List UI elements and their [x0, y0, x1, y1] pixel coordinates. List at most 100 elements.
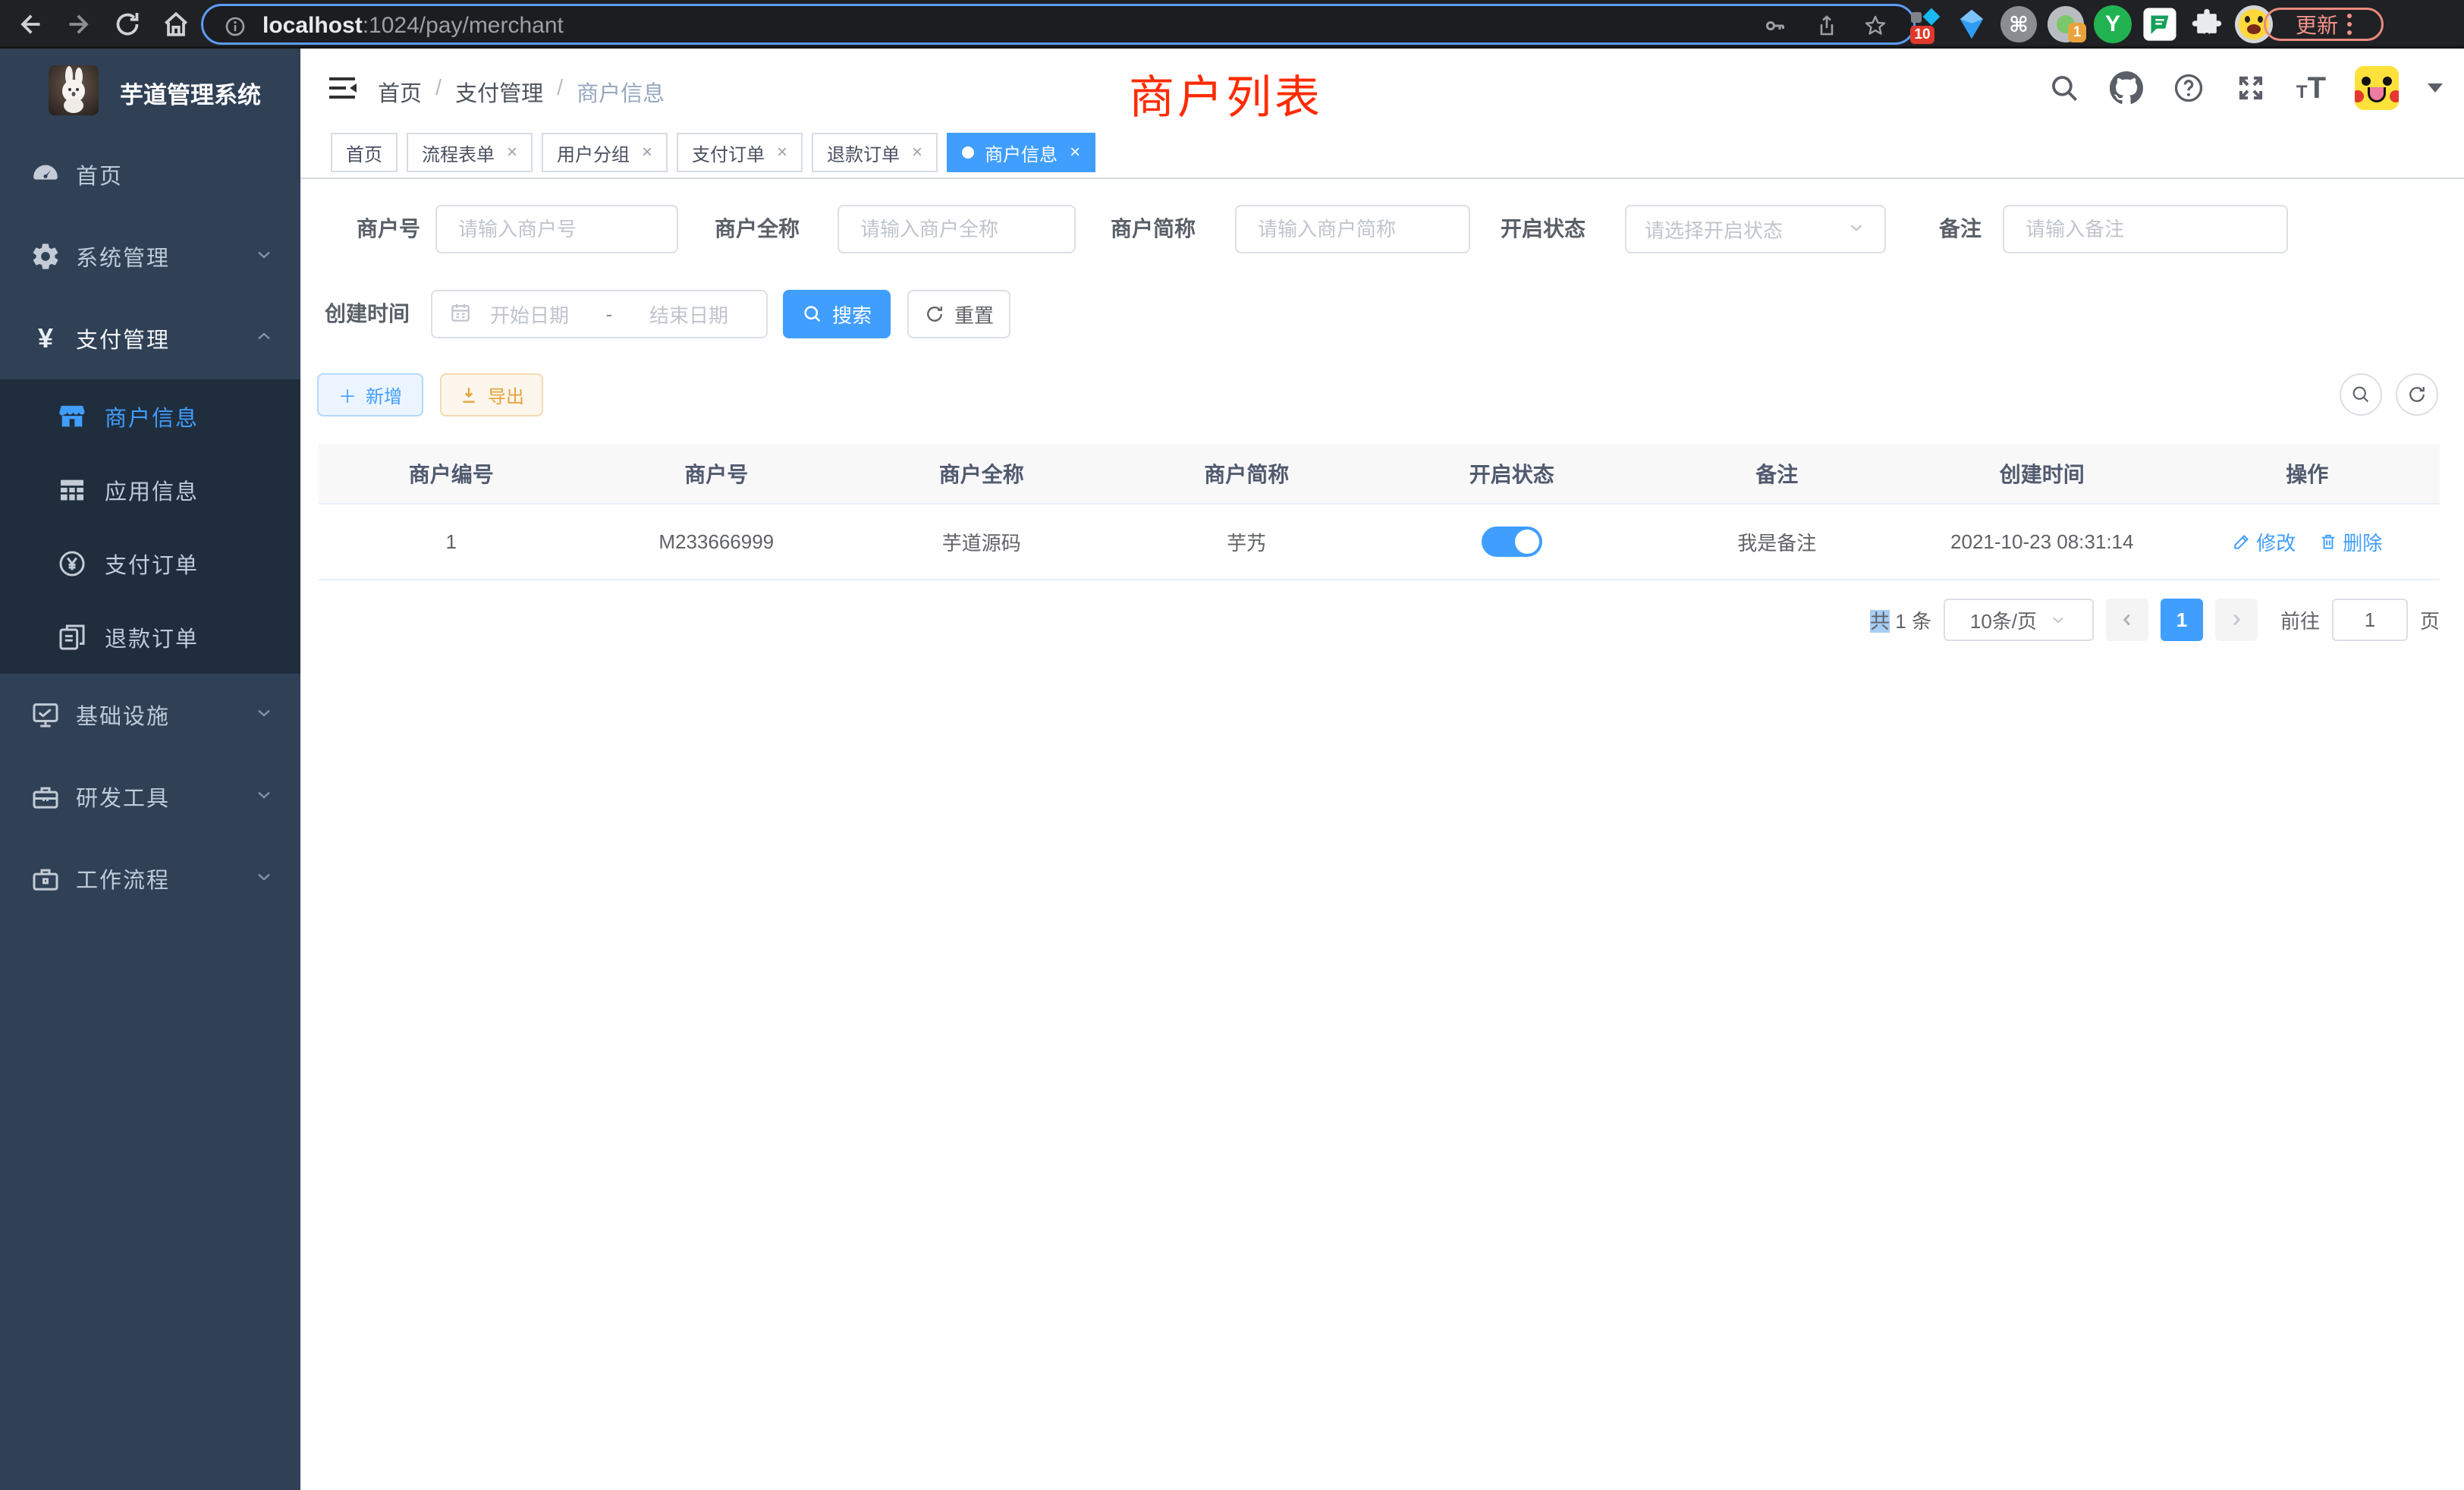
sidebar-item-pay-order[interactable]: 支付订单 — [0, 527, 300, 600]
help-icon[interactable] — [2172, 71, 2205, 105]
goto-page-input[interactable] — [2332, 599, 2408, 641]
pay-submenu: 商户信息 应用信息 支付订单 — [0, 379, 300, 674]
sidebar-item-merchant-info[interactable]: 商户信息 — [0, 379, 300, 453]
sidebar-item-system[interactable]: 系统管理 — [0, 215, 300, 297]
command-extension-icon[interactable]: ⌘ — [1995, 0, 2042, 49]
url-text[interactable]: localhost:1024/pay/merchant — [262, 13, 564, 39]
tag-process-form[interactable]: 流程表单 × — [407, 133, 533, 172]
tag-merchant-info[interactable]: 商户信息 × — [947, 133, 1095, 172]
status-dot-extension-icon[interactable]: 1 — [2042, 0, 2089, 49]
sidebar-item-home[interactable]: 首页 — [0, 134, 300, 215]
sidebar-item-workflow[interactable]: 工作流程 — [0, 838, 300, 919]
url-host: localhost — [262, 13, 363, 38]
tag-home[interactable]: 首页 — [331, 133, 398, 172]
y-extension-icon[interactable]: Y — [2089, 0, 2136, 49]
browser-home-icon[interactable] — [161, 9, 191, 39]
short-name-input[interactable] — [1235, 205, 1470, 253]
yen-circle-icon — [56, 548, 88, 580]
edit-icon — [2232, 532, 2252, 552]
browser-toolbar: localhost:1024/pay/merchant 10 ⌘ 1 — [0, 0, 2464, 49]
font-size-icon[interactable]: TT — [2296, 71, 2326, 105]
sidebar-item-dev-tools[interactable]: 研发工具 — [0, 756, 300, 838]
password-key-icon[interactable] — [1763, 14, 1787, 42]
yen-icon: ¥ — [29, 322, 62, 355]
merchant-no-input[interactable] — [435, 205, 678, 253]
search-icon[interactable] — [2048, 71, 2081, 105]
browser-update-menu[interactable]: 更新 — [2264, 8, 2384, 41]
refresh-icon — [2406, 383, 2428, 406]
bookmark-star-icon[interactable] — [1863, 14, 1887, 42]
avatar-caret-icon[interactable] — [2428, 83, 2443, 93]
reset-button[interactable]: 重置 — [907, 290, 1010, 338]
logo-row[interactable]: 芋道管理系统 — [0, 49, 300, 132]
address-bar[interactable]: localhost:1024/pay/merchant — [201, 4, 1916, 45]
close-icon[interactable]: × — [642, 142, 652, 163]
show-search-button[interactable] — [2340, 373, 2382, 416]
delete-link[interactable]: 删除 — [2318, 528, 2382, 556]
remark-input[interactable] — [2003, 205, 2288, 253]
breadcrumb-home[interactable]: 首页 — [378, 76, 422, 108]
fullscreen-icon[interactable] — [2234, 71, 2268, 105]
page-number-button[interactable]: 1 — [2161, 599, 2203, 641]
close-icon[interactable]: × — [1070, 142, 1080, 163]
sidebar-toggle-icon[interactable] — [326, 73, 358, 103]
chevron-up-icon — [253, 326, 275, 351]
page-size-select[interactable]: 10条/页 — [1944, 599, 2094, 641]
extensions-puzzle-icon[interactable] — [2183, 0, 2230, 49]
close-icon[interactable]: × — [912, 142, 922, 163]
page-unit-label: 页 — [2420, 606, 2440, 634]
end-date-placeholder: 结束日期 — [649, 300, 728, 328]
full-name-input[interactable] — [838, 205, 1076, 253]
page-content: 商户号 商户全称 商户简称 开启状态 请选择开启状态 备注 创建时间 开始日期 — [300, 179, 2464, 1490]
export-button[interactable]: 导出 — [440, 373, 543, 417]
site-info-icon[interactable] — [223, 14, 247, 42]
share-icon[interactable] — [1815, 14, 1839, 42]
close-icon[interactable]: × — [777, 142, 787, 163]
sidebar-item-refund-order[interactable]: 退款订单 — [0, 600, 300, 674]
extensions-strip: 10 ⌘ 1 Y — [1901, 0, 2277, 49]
tampermonkey-extension-icon[interactable]: 10 — [1901, 0, 1948, 49]
reset-button-label: 重置 — [954, 300, 994, 328]
status-select[interactable]: 请选择开启状态 — [1625, 205, 1886, 253]
edit-link[interactable]: 修改 — [2232, 528, 2296, 556]
sidebar-item-pay[interactable]: ¥ 支付管理 — [0, 297, 300, 379]
main-area: 首页 / 支付管理 / 商户信息 商户列表 — [300, 49, 2464, 1490]
tag-pay-order[interactable]: 支付订单 × — [677, 133, 803, 172]
status-toggle[interactable] — [1482, 527, 1542, 557]
refresh-list-button[interactable] — [2396, 373, 2438, 416]
search-button[interactable]: 搜索 — [783, 290, 891, 338]
chat-extension-icon[interactable] — [2136, 0, 2183, 49]
tag-label: 用户分组 — [557, 140, 630, 166]
date-range-picker[interactable]: 开始日期 - 结束日期 — [431, 290, 768, 338]
browser-forward-icon[interactable] — [64, 9, 94, 39]
tag-user-group[interactable]: 用户分组 × — [542, 133, 668, 172]
sidebar-item-infra[interactable]: 基础设施 — [0, 674, 300, 756]
sidebar-item-app-info[interactable]: 应用信息 — [0, 453, 300, 527]
page-annotation: 商户列表 — [1129, 61, 1323, 127]
filter-label-remark: 备注 — [1916, 205, 1982, 253]
next-page-button[interactable] — [2215, 599, 2258, 641]
status-select-placeholder: 请选择开启状态 — [1645, 215, 1846, 244]
chevron-down-icon — [253, 703, 275, 728]
table-row: 1 M233666999 芋道源码 芋艿 我是备注 2021-10-23 08:… — [319, 505, 2440, 580]
start-date-placeholder: 开始日期 — [490, 300, 569, 328]
toolbox-icon — [29, 780, 62, 813]
extension-badge: 10 — [1910, 26, 1934, 44]
close-icon[interactable]: × — [507, 142, 517, 163]
tag-refund-order[interactable]: 退款订单 × — [812, 133, 938, 172]
page-size-value: 10条/页 — [1970, 606, 2037, 634]
breadcrumb-section[interactable]: 支付管理 — [455, 76, 543, 108]
user-avatar[interactable] — [2355, 66, 2399, 110]
browser-reload-icon[interactable] — [112, 9, 143, 39]
prev-page-button[interactable] — [2106, 599, 2148, 641]
add-button[interactable]: ＋ 新增 — [317, 373, 423, 417]
tag-label: 流程表单 — [422, 140, 495, 166]
dashboard-icon — [29, 158, 62, 191]
delete-label: 删除 — [2343, 528, 2382, 556]
filter-label-full-name: 商户全称 — [702, 205, 800, 253]
github-icon[interactable] — [2110, 71, 2143, 105]
blue-gem-extension-icon[interactable] — [1948, 0, 1995, 49]
browser-back-icon[interactable] — [15, 9, 46, 39]
update-label: 更新 — [2296, 9, 2338, 39]
sidebar-item-label: 应用信息 — [105, 474, 199, 506]
